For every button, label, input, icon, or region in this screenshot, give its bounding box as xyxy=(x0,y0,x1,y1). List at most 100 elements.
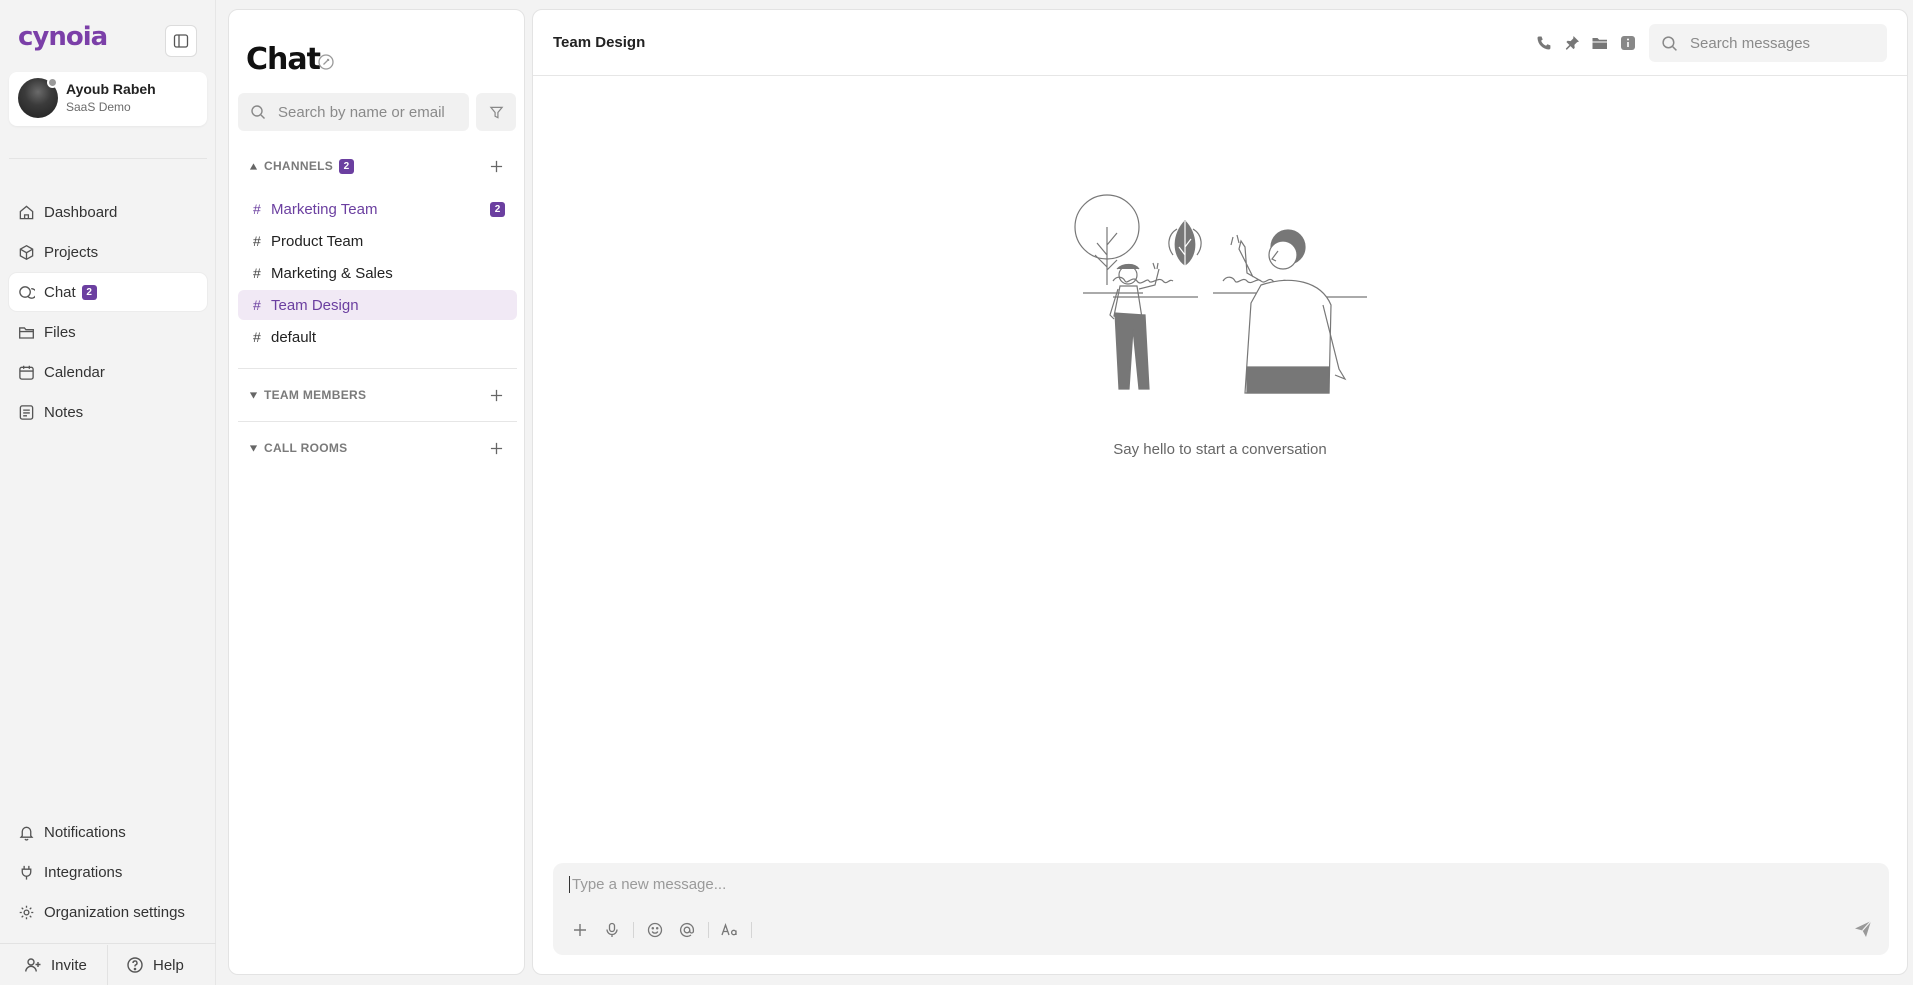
call-rooms-section-toggle[interactable]: CALL ROOMS xyxy=(249,438,347,458)
channels-section-toggle[interactable]: CHANNELS 2 xyxy=(249,156,355,176)
empty-state-illustration xyxy=(1074,194,1367,394)
nav-item-projects[interactable]: Projects xyxy=(9,233,207,271)
pin-icon[interactable] xyxy=(1563,34,1581,52)
plus-icon xyxy=(574,924,586,936)
nav-item-notifications[interactable]: Notifications xyxy=(9,813,207,851)
conversation-pane: Team Design Search messages Say hello to… xyxy=(532,9,1908,975)
user-profile-card[interactable]: Ayoub Rabeh SaaS Demo xyxy=(9,72,207,126)
channel-panel: Chat Search by name or email CHANNELS 2 … xyxy=(228,9,525,975)
nav-item-notes[interactable]: Notes xyxy=(9,393,207,431)
sidebar-toggle-icon xyxy=(173,34,189,48)
plug-icon xyxy=(21,865,32,880)
header-actions xyxy=(1535,34,1637,52)
conversation-header: Team Design Search messages xyxy=(533,10,1907,76)
expand-icon xyxy=(249,444,258,452)
presence-status-dot xyxy=(47,77,58,88)
message-search-input[interactable]: Search messages xyxy=(1649,24,1887,62)
nav-divider xyxy=(9,158,207,159)
channel-item-product-team[interactable]: # Product Team xyxy=(238,226,517,256)
channel-item-marketing-team[interactable]: # Marketing Team 2 xyxy=(238,194,517,224)
note-icon xyxy=(19,404,34,420)
cube-icon xyxy=(19,244,34,260)
channel-item-default[interactable]: # default xyxy=(238,322,517,352)
invite-label: Invite xyxy=(51,956,87,974)
conversation-title: Team Design xyxy=(553,34,646,51)
team-members-section-toggle[interactable]: TEAM MEMBERS xyxy=(249,385,366,405)
organization-name: SaaS Demo xyxy=(66,100,131,114)
calendar-icon xyxy=(19,365,34,380)
page-title: Chat xyxy=(246,42,321,77)
voice-message-button[interactable] xyxy=(601,919,623,941)
app-logo[interactable]: cynoia xyxy=(18,22,108,52)
hash-icon: # xyxy=(253,329,261,345)
send-icon xyxy=(1855,920,1872,937)
send-button[interactable] xyxy=(1853,919,1873,939)
nav-item-organization-settings[interactable]: Organization settings xyxy=(9,893,207,931)
section-divider xyxy=(238,368,517,369)
footer-separator xyxy=(107,945,108,985)
toolbar-separator xyxy=(633,922,634,938)
contact-search-input[interactable]: Search by name or email xyxy=(238,93,469,131)
channel-name: Marketing Team xyxy=(271,200,378,218)
nav-item-label: Files xyxy=(44,323,76,341)
message-input[interactable]: Type a new message... xyxy=(569,876,726,893)
channel-item-marketing-sales[interactable]: # Marketing & Sales xyxy=(238,258,517,288)
unread-badge: 2 xyxy=(81,284,97,300)
nav-item-label: Notes xyxy=(44,403,84,421)
toolbar-separator xyxy=(751,922,752,938)
hash-icon: # xyxy=(253,201,261,217)
help-label: Help xyxy=(153,956,184,974)
attach-button[interactable] xyxy=(569,919,591,941)
plus-icon xyxy=(490,160,502,172)
search-placeholder: Search messages xyxy=(1690,34,1811,52)
emoji-icon xyxy=(647,922,663,938)
emoji-button[interactable] xyxy=(644,919,666,941)
channels-count-badge: 2 xyxy=(339,158,355,174)
invite-button[interactable]: Invite xyxy=(24,945,87,985)
message-composer: Type a new message... xyxy=(553,863,1889,955)
edit-status-icon[interactable] xyxy=(317,53,335,71)
plus-icon xyxy=(490,442,502,454)
channels-header: CHANNELS xyxy=(264,159,334,173)
plus-icon xyxy=(490,389,502,401)
nav-footer-divider xyxy=(0,943,216,944)
nav-item-label: Notifications xyxy=(44,823,126,841)
nav-item-calendar[interactable]: Calendar xyxy=(9,353,207,391)
filter-button[interactable] xyxy=(476,93,516,131)
text-format-icon xyxy=(721,923,737,936)
info-icon[interactable] xyxy=(1619,34,1637,52)
nav-item-label: Dashboard xyxy=(44,203,118,221)
user-name: Ayoub Rabeh xyxy=(66,81,156,97)
nav-item-integrations[interactable]: Integrations xyxy=(9,853,207,891)
add-channel-button[interactable] xyxy=(487,157,505,175)
nav-item-label: Chat xyxy=(44,283,76,301)
add-call-room-button[interactable] xyxy=(487,439,505,457)
hash-icon: # xyxy=(253,233,261,249)
search-placeholder: Search by name or email xyxy=(278,103,445,121)
chat-icon xyxy=(19,285,35,299)
mention-button[interactable] xyxy=(676,919,698,941)
sidebar-toggle-button[interactable] xyxy=(165,25,197,57)
folder-icon[interactable] xyxy=(1591,34,1609,52)
help-button[interactable]: Help xyxy=(126,945,184,985)
add-team-member-button[interactable] xyxy=(487,386,505,404)
channel-name: Marketing & Sales xyxy=(271,264,393,282)
section-divider xyxy=(238,421,517,422)
help-icon xyxy=(127,957,143,973)
collapse-icon xyxy=(249,162,258,170)
channel-name: Product Team xyxy=(271,232,364,250)
home-icon xyxy=(19,204,34,219)
add-user-icon xyxy=(25,958,41,972)
main-navigation: cynoia Ayoub Rabeh SaaS Demo Dashboard P… xyxy=(0,0,216,985)
nav-item-chat[interactable]: Chat 2 xyxy=(9,273,207,311)
nav-item-files[interactable]: Files xyxy=(9,313,207,351)
nav-item-label: Calendar xyxy=(44,363,105,381)
nav-item-label: Integrations xyxy=(44,863,123,881)
channel-item-team-design[interactable]: # Team Design xyxy=(238,290,517,320)
search-icon xyxy=(1662,35,1677,51)
formatting-button[interactable] xyxy=(719,919,741,941)
hash-icon: # xyxy=(253,297,261,313)
phone-icon[interactable] xyxy=(1535,34,1553,52)
nav-item-dashboard[interactable]: Dashboard xyxy=(9,193,207,231)
gear-icon xyxy=(19,905,34,919)
